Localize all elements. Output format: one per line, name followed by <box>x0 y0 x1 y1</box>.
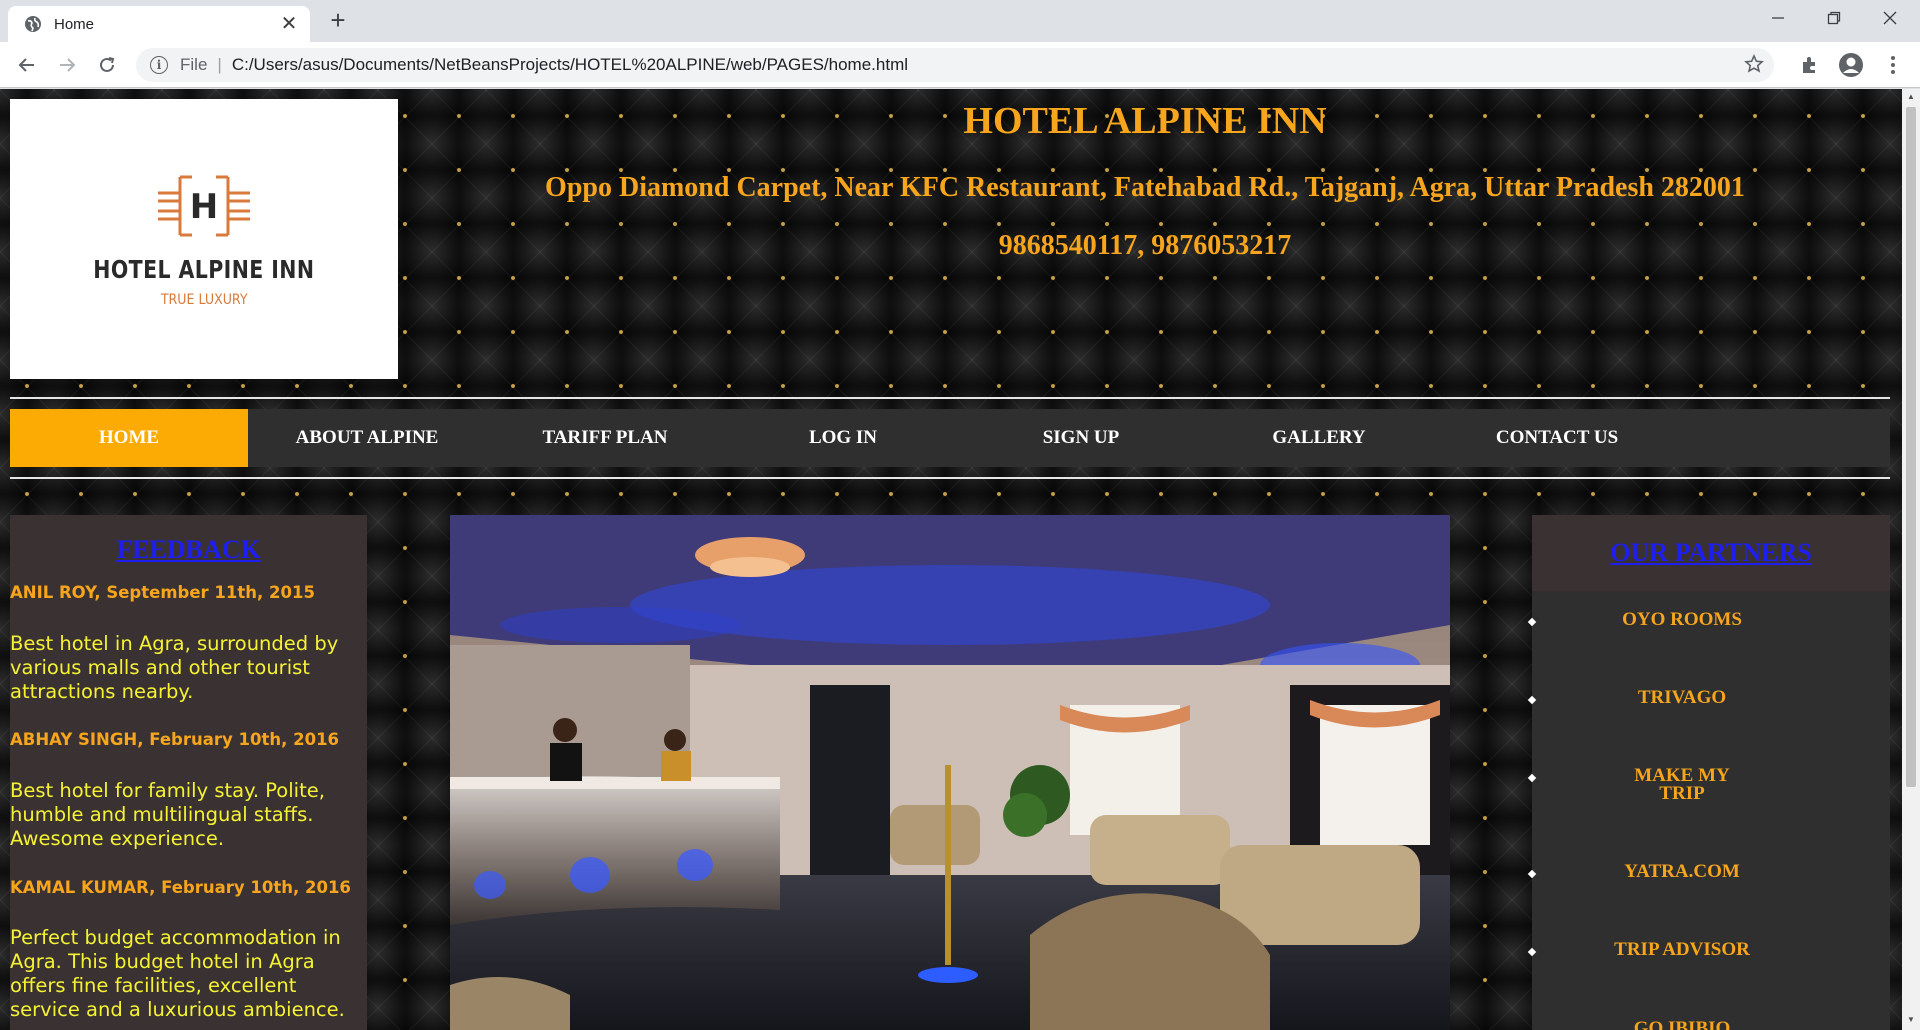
tab-close-icon[interactable]: ✕ <box>278 13 300 35</box>
scroll-up-icon[interactable]: ▲ <box>1906 92 1916 102</box>
logo-letter: H <box>190 187 218 227</box>
close-window-icon[interactable] <box>1862 0 1918 36</box>
main-nav: HOME ABOUT ALPINE TARIFF PLAN LOG IN SIG… <box>10 409 1890 467</box>
extensions-icon[interactable] <box>1797 52 1823 78</box>
logo-name: HOTEL ALPINE INN <box>93 254 315 284</box>
feedback-author: ABHAY SINGH, February 10th, 2016 <box>10 730 340 749</box>
partners-header: OUR PARTNERS <box>1532 515 1890 591</box>
menu-kebab-icon[interactable] <box>1880 52 1906 78</box>
browser-tab-home[interactable]: Home ✕ <box>8 6 310 42</box>
profile-avatar-icon[interactable] <box>1838 52 1864 78</box>
minimize-icon[interactable] <box>1750 0 1806 36</box>
hotel-title: HOTEL ALPINE INN <box>963 100 1327 142</box>
partner-make-my-trip[interactable]: MAKE MY TRIP <box>1622 766 1742 803</box>
feedback-heading-link[interactable]: FEEDBACK <box>10 535 367 565</box>
new-tab-icon[interactable]: + <box>324 6 352 34</box>
nav-login[interactable]: LOG IN <box>724 409 962 467</box>
list-bullet-icon <box>1527 773 1537 783</box>
scroll-thumb[interactable] <box>1906 107 1916 787</box>
nav-contact[interactable]: CONTACT US <box>1438 409 1676 467</box>
logo-tagline: TRUE LUXURY <box>160 291 248 308</box>
lobby-photo <box>450 515 1450 1030</box>
logo-h-icon: H <box>158 175 250 236</box>
hotel-logo: H HOTEL ALPINE INN TRUE LUXURY <box>10 99 398 379</box>
hotel-phone: 9868540117, 9876053217 <box>998 230 1292 261</box>
partner-oyo-rooms[interactable]: OYO ROOMS <box>1532 610 1832 629</box>
browser-toolbar: i File | C:/Users/asus/Documents/NetBean… <box>0 42 1920 88</box>
lobby-photo-illustration <box>450 515 1450 1030</box>
nav-home[interactable]: HOME <box>10 409 248 467</box>
page-viewport: H HOTEL ALPINE INN TRUE LUXURY HOTEL ALP… <box>0 89 1920 1030</box>
back-icon[interactable] <box>12 50 42 80</box>
partners-heading-link[interactable]: OUR PARTNERS <box>1610 538 1812 568</box>
browser-tabstrip: Home ✕ + <box>0 0 1920 42</box>
feedback-text: Best hotel in Agra, surrounded by variou… <box>10 632 339 703</box>
feedback-panel: FEEDBACK ANIL ROY, September 11th, 2015 … <box>10 515 367 1030</box>
feedback-author: KAMAL KUMAR, February 10th, 2016 <box>10 878 351 897</box>
reload-icon[interactable] <box>92 50 122 80</box>
feedback-text: Perfect budget accommodation in Agra. Th… <box>10 926 345 1021</box>
partners-panel: OUR PARTNERS OYO ROOMS TRIVAGO MAKE MY T… <box>1527 515 1890 1030</box>
address-bar[interactable]: i File | C:/Users/asus/Documents/NetBean… <box>136 48 1774 82</box>
nav-gallery[interactable]: GALLERY <box>1200 409 1438 467</box>
partner-trivago[interactable]: TRIVAGO <box>1532 688 1832 707</box>
address-separator: | <box>217 55 222 74</box>
feedback-author: ANIL ROY, September 11th, 2015 <box>10 583 315 602</box>
feedback-text: Best hotel for family stay. Polite, humb… <box>10 779 325 850</box>
forward-icon[interactable] <box>52 50 82 80</box>
scroll-down-icon[interactable]: ▼ <box>1906 1015 1916 1025</box>
hotel-address: Oppo Diamond Carpet, Near KFC Restaurant… <box>545 172 1745 203</box>
partner-trip-advisor[interactable]: TRIP ADVISOR <box>1532 940 1832 959</box>
globe-icon <box>24 15 42 33</box>
restore-icon[interactable] <box>1806 0 1862 36</box>
nav-tariff[interactable]: TARIFF PLAN <box>486 409 724 467</box>
nav-signup[interactable]: SIGN UP <box>962 409 1200 467</box>
address-prefix: File <box>180 55 208 74</box>
partner-go-ibibio[interactable]: GO IBIBIO <box>1532 1019 1832 1030</box>
page-scrollbar[interactable]: ▲ ▼ <box>1902 89 1920 1030</box>
divider-bottom <box>10 477 1890 479</box>
bookmark-star-icon[interactable] <box>1744 54 1764 79</box>
divider-top <box>10 397 1890 399</box>
info-icon[interactable]: i <box>150 56 168 74</box>
tab-title: Home <box>54 15 95 33</box>
partner-yatra[interactable]: YATRA.COM <box>1532 862 1832 881</box>
address-url: C:/Users/asus/Documents/NetBeansProjects… <box>231 55 909 74</box>
nav-about[interactable]: ABOUT ALPINE <box>248 409 486 467</box>
